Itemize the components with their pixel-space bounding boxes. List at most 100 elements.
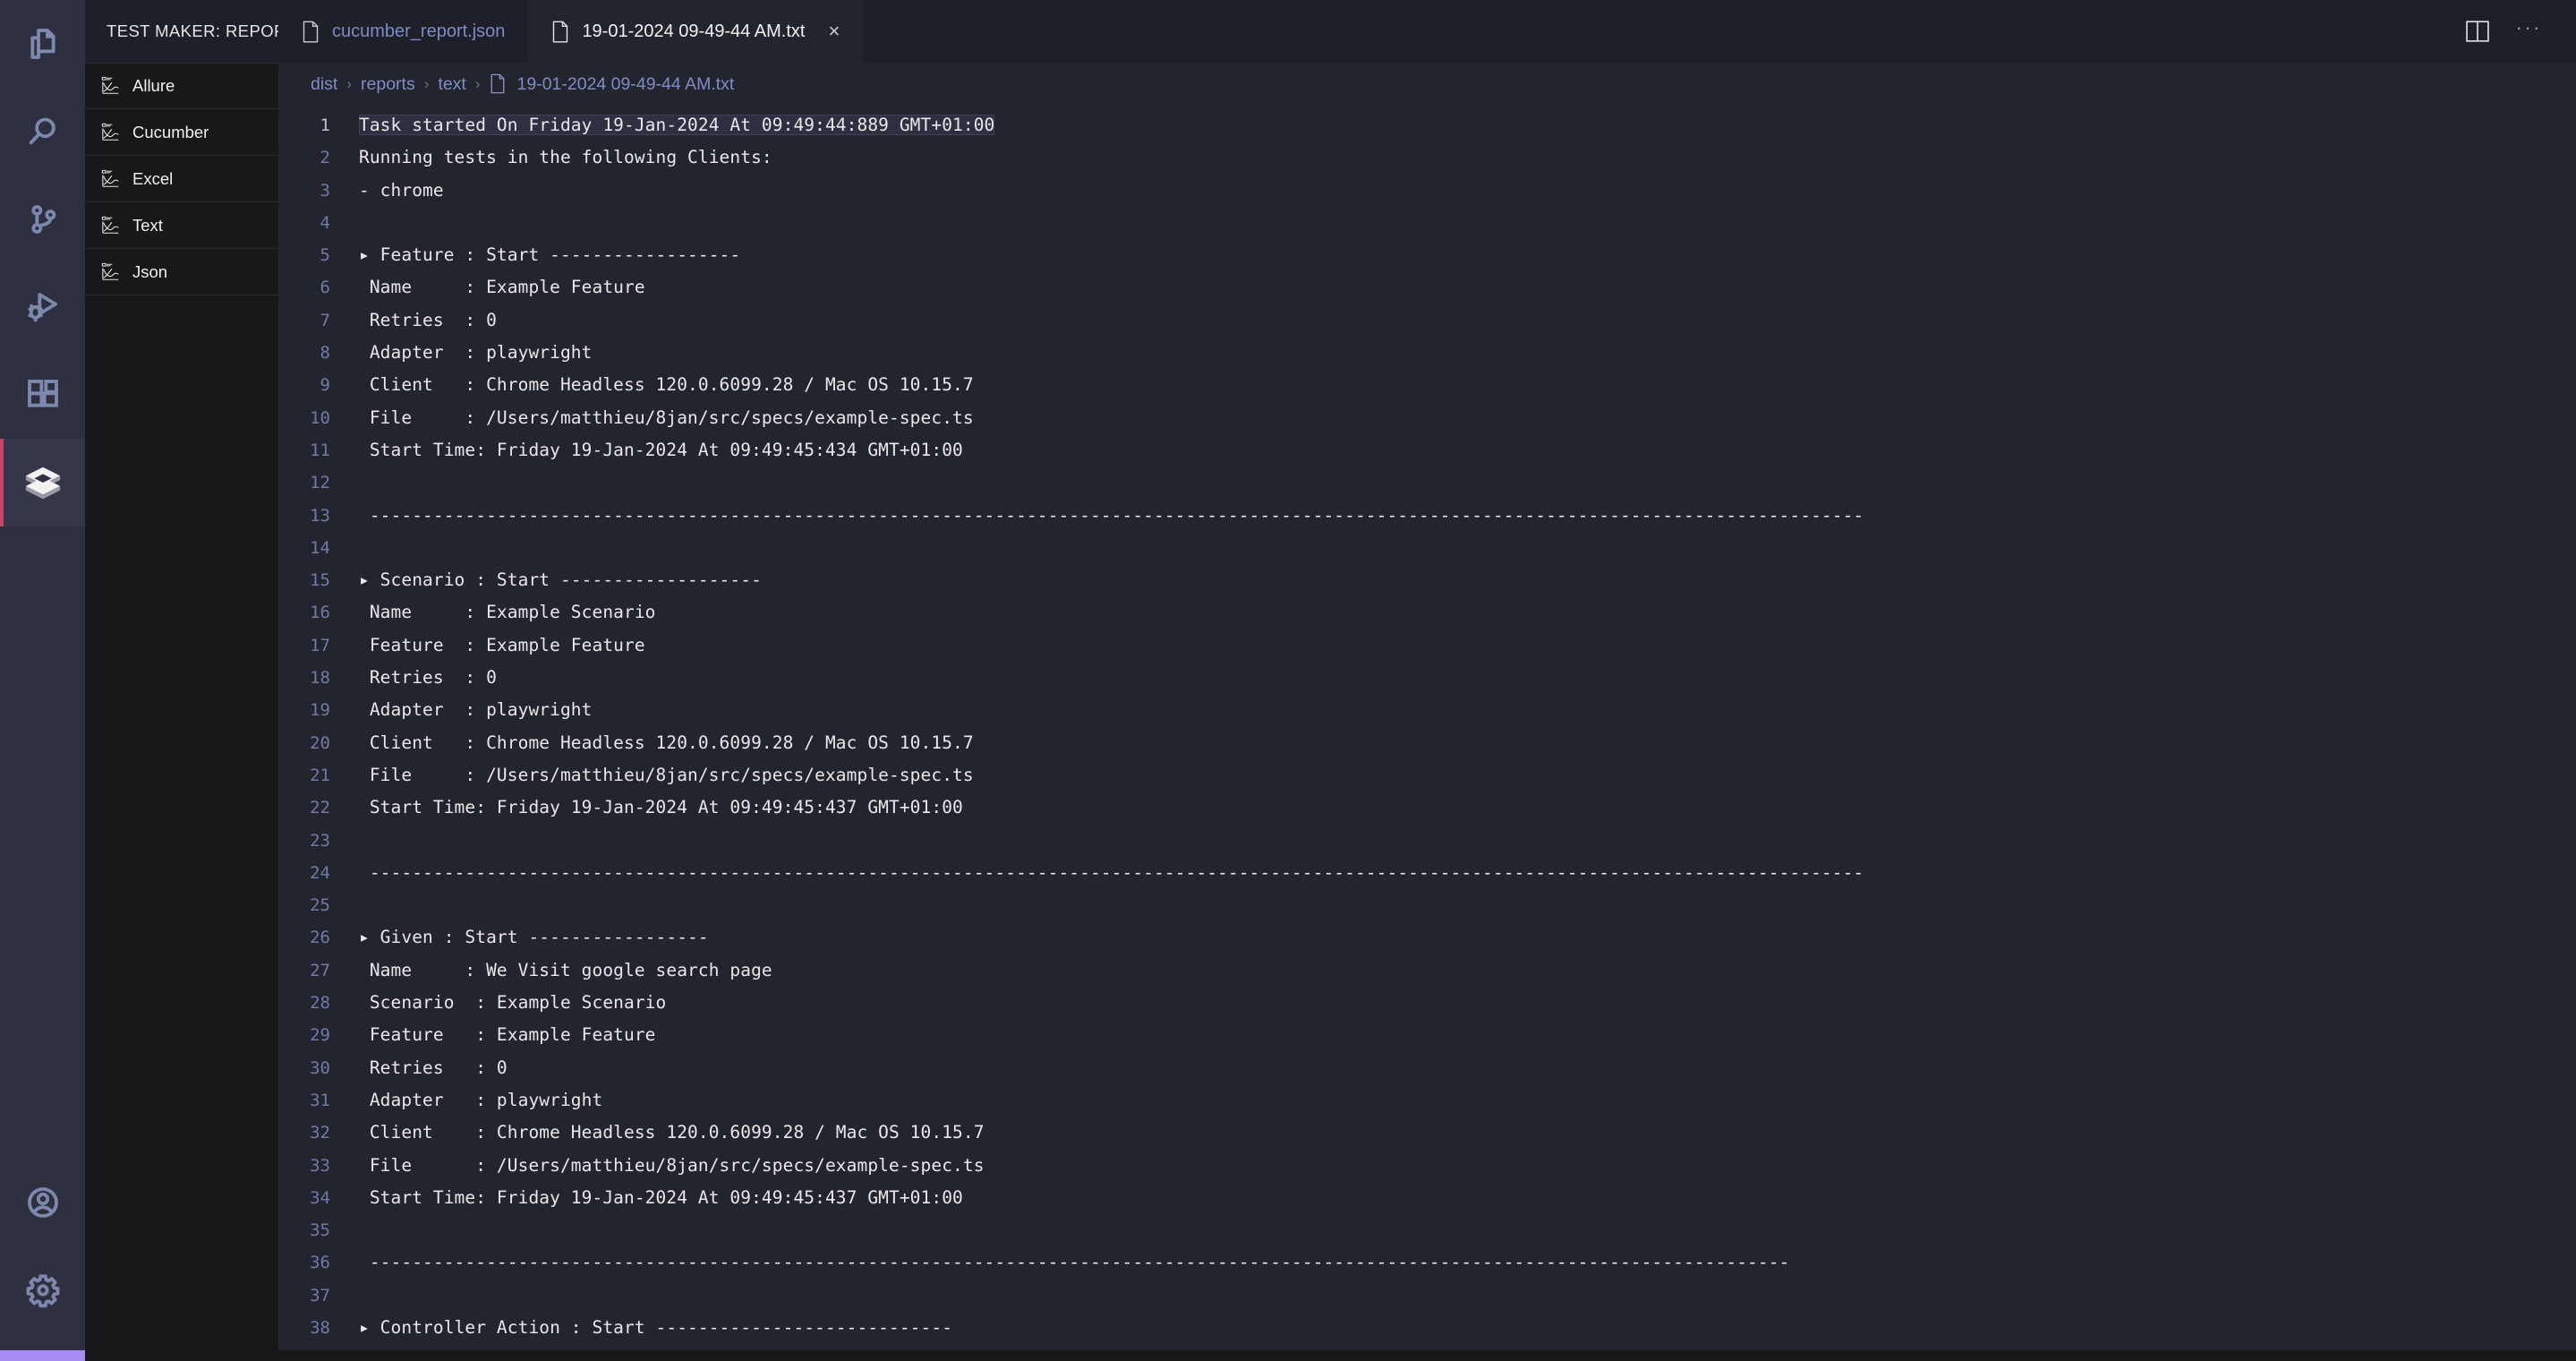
code-line[interactable]: Start Time: Friday 19-Jan-2024 At 09:49:… xyxy=(343,434,2576,467)
code-line[interactable]: File : /Users/matthieu/8jan/src/specs/ex… xyxy=(343,1150,2576,1182)
code-line[interactable]: Task started On Friday 19-Jan-2024 At 09… xyxy=(343,109,2576,141)
vscode-window: TEST MAKER: REPORTS ··· Allure xyxy=(0,0,2576,1361)
more-editor-actions-icon[interactable]: ··· xyxy=(2516,17,2542,40)
code-line[interactable]: Client : Chrome Headless 120.0.6099.28 /… xyxy=(343,369,2576,401)
sidebar-item-label: Cucumber xyxy=(132,122,209,141)
activity-bar-item-search[interactable] xyxy=(0,88,85,175)
gear-icon xyxy=(25,1272,61,1308)
report-chart-icon xyxy=(101,262,121,282)
code-line[interactable]: Running tests in the following Clients: xyxy=(343,141,2576,174)
code-line[interactable]: Client : Chrome Headless 120.0.6099.28 /… xyxy=(343,1117,2576,1149)
code-line[interactable]: Adapter : playwright xyxy=(343,694,2576,726)
activity-bar-item-source-control[interactable] xyxy=(0,175,85,263)
sidebar-item-excel[interactable]: Excel xyxy=(85,156,278,202)
code-line[interactable] xyxy=(343,207,2576,239)
activity-bar-item-extensions[interactable] xyxy=(0,351,85,439)
line-number: 38 xyxy=(310,1317,330,1338)
line-number: 26 xyxy=(310,928,330,948)
code-line[interactable] xyxy=(343,467,2576,499)
code-line[interactable]: Type : Method xyxy=(343,1344,2576,1361)
line-number: 1 xyxy=(320,116,330,135)
line-number: 32 xyxy=(310,1123,330,1143)
code-line[interactable]: Name : We Visit google search page xyxy=(343,954,2576,987)
sidebar-item-text[interactable]: Text xyxy=(85,202,278,249)
code-line[interactable]: ▸ Controller Action : Start ------------… xyxy=(343,1312,2576,1344)
code-line[interactable] xyxy=(343,1214,2576,1246)
tab-cucumber-report-json[interactable]: cucumber_report.json xyxy=(278,0,529,63)
code-line[interactable]: Scenario : Example Scenario xyxy=(343,987,2576,1019)
line-number: 25 xyxy=(310,895,330,916)
breadcrumb-item-dist[interactable]: dist xyxy=(311,74,337,95)
line-number: 36 xyxy=(310,1253,330,1273)
breadcrumb-item-file[interactable]: 19-01-2024 09-49-44 AM.txt xyxy=(490,73,735,96)
code-line[interactable]: ----------------------------------------… xyxy=(343,857,2576,889)
line-number: 5 xyxy=(320,245,330,266)
code-line[interactable]: File : /Users/matthieu/8jan/src/specs/ex… xyxy=(343,402,2576,434)
close-icon[interactable]: × xyxy=(828,21,840,41)
editor-area: cucumber_report.json 19-01-2024 09-49-44… xyxy=(278,0,2576,1361)
code-line[interactable]: File : /Users/matthieu/8jan/src/specs/ex… xyxy=(343,759,2576,792)
activity-bar xyxy=(0,0,85,1361)
sidebar-item-cucumber[interactable]: Cucumber xyxy=(85,109,278,156)
code-line[interactable]: - chrome xyxy=(343,175,2576,207)
line-number: 28 xyxy=(310,993,330,1014)
code-line[interactable]: Feature : Example Feature xyxy=(343,1019,2576,1051)
breadcrumb-item-text[interactable]: text xyxy=(438,74,465,95)
sidebar-item-allure[interactable]: Allure xyxy=(85,63,278,109)
code-line[interactable]: Name : Example Feature xyxy=(343,271,2576,304)
tab-label: 19-01-2024 09-49-44 AM.txt xyxy=(582,21,806,41)
code-line[interactable] xyxy=(343,532,2576,564)
line-number: 22 xyxy=(310,798,330,818)
code-line[interactable]: Retries : 0 xyxy=(343,662,2576,694)
line-number: 19 xyxy=(310,700,330,721)
code-line[interactable]: Retries : 0 xyxy=(343,1052,2576,1084)
split-editor-icon[interactable] xyxy=(2465,21,2489,42)
report-chart-icon xyxy=(101,169,121,189)
breadcrumb-item-reports[interactable]: reports xyxy=(361,74,415,95)
activity-bar-item-run-and-debug[interactable] xyxy=(0,263,85,351)
code-line[interactable] xyxy=(343,825,2576,857)
code-line[interactable]: Adapter : playwright xyxy=(343,337,2576,369)
activity-bar-item-explorer[interactable] xyxy=(0,0,85,88)
code-line[interactable]: Start Time: Friday 19-Jan-2024 At 09:49:… xyxy=(343,1182,2576,1214)
code-editor[interactable]: 1 2 3 4 5 6 7 8 9 10 11 12 13 14 15 16 17 18 19 20 21 22 23 24 2… xyxy=(278,106,2576,1361)
code-line[interactable]: ▸ Given : Start ----------------- xyxy=(343,921,2576,954)
code-line[interactable] xyxy=(343,1280,2576,1312)
code-line[interactable]: Client : Chrome Headless 120.0.6099.28 /… xyxy=(343,727,2576,759)
activity-bar-item-settings[interactable] xyxy=(0,1246,85,1334)
reports-list: Allure Cucumber Excel Text Json xyxy=(85,63,278,295)
code-lines[interactable]: Task started On Friday 19-Jan-2024 At 09… xyxy=(343,109,2576,1361)
search-icon xyxy=(25,114,61,150)
line-number: 29 xyxy=(310,1025,330,1046)
line-number: 39 xyxy=(310,1350,330,1361)
sidebar-item-label: Json xyxy=(132,261,168,281)
extensions-icon xyxy=(25,377,61,413)
activity-bar-item-test-maker[interactable] xyxy=(0,439,85,526)
line-number: 18 xyxy=(310,668,330,689)
line-number: 37 xyxy=(310,1285,330,1305)
editor-tab-actions: ··· xyxy=(2465,0,2576,63)
code-line[interactable]: ▸ Feature : Start ------------------ xyxy=(343,239,2576,271)
breadcrumb-file-label: 19-01-2024 09-49-44 AM.txt xyxy=(516,73,735,94)
code-line[interactable]: Start Time: Friday 19-Jan-2024 At 09:49:… xyxy=(343,792,2576,824)
activity-bar-item-accounts[interactable] xyxy=(0,1159,85,1246)
code-line[interactable]: Adapter : playwright xyxy=(343,1084,2576,1117)
code-line[interactable]: ----------------------------------------… xyxy=(343,500,2576,532)
file-icon xyxy=(551,21,569,43)
run-debug-icon xyxy=(25,289,61,325)
tab-19-01-2024-09-49-44-am-txt[interactable]: 19-01-2024 09-49-44 AM.txt × xyxy=(528,0,864,63)
code-line[interactable] xyxy=(343,889,2576,921)
code-line[interactable]: Name : Example Scenario xyxy=(343,596,2576,629)
line-number: 2 xyxy=(320,148,330,168)
code-line[interactable]: Retries : 0 xyxy=(343,304,2576,337)
code-area: 1 2 3 4 5 6 7 8 9 10 11 12 13 14 15 16 17 18 19 20 21 22 23 24 2… xyxy=(278,106,2576,1361)
code-line[interactable]: ----------------------------------------… xyxy=(343,1246,2576,1279)
chevron-right-icon: › xyxy=(423,75,430,92)
line-number: 10 xyxy=(310,407,330,428)
code-line[interactable]: Feature : Example Feature xyxy=(343,629,2576,662)
sidebar-item-json[interactable]: Json xyxy=(85,249,278,295)
breadcrumb: dist › reports › text › 19-01-2024 09-49… xyxy=(278,63,2576,106)
file-icon xyxy=(490,73,508,96)
code-line[interactable]: ▸ Scenario : Start ------------------- xyxy=(343,564,2576,596)
line-number: 20 xyxy=(310,732,330,753)
